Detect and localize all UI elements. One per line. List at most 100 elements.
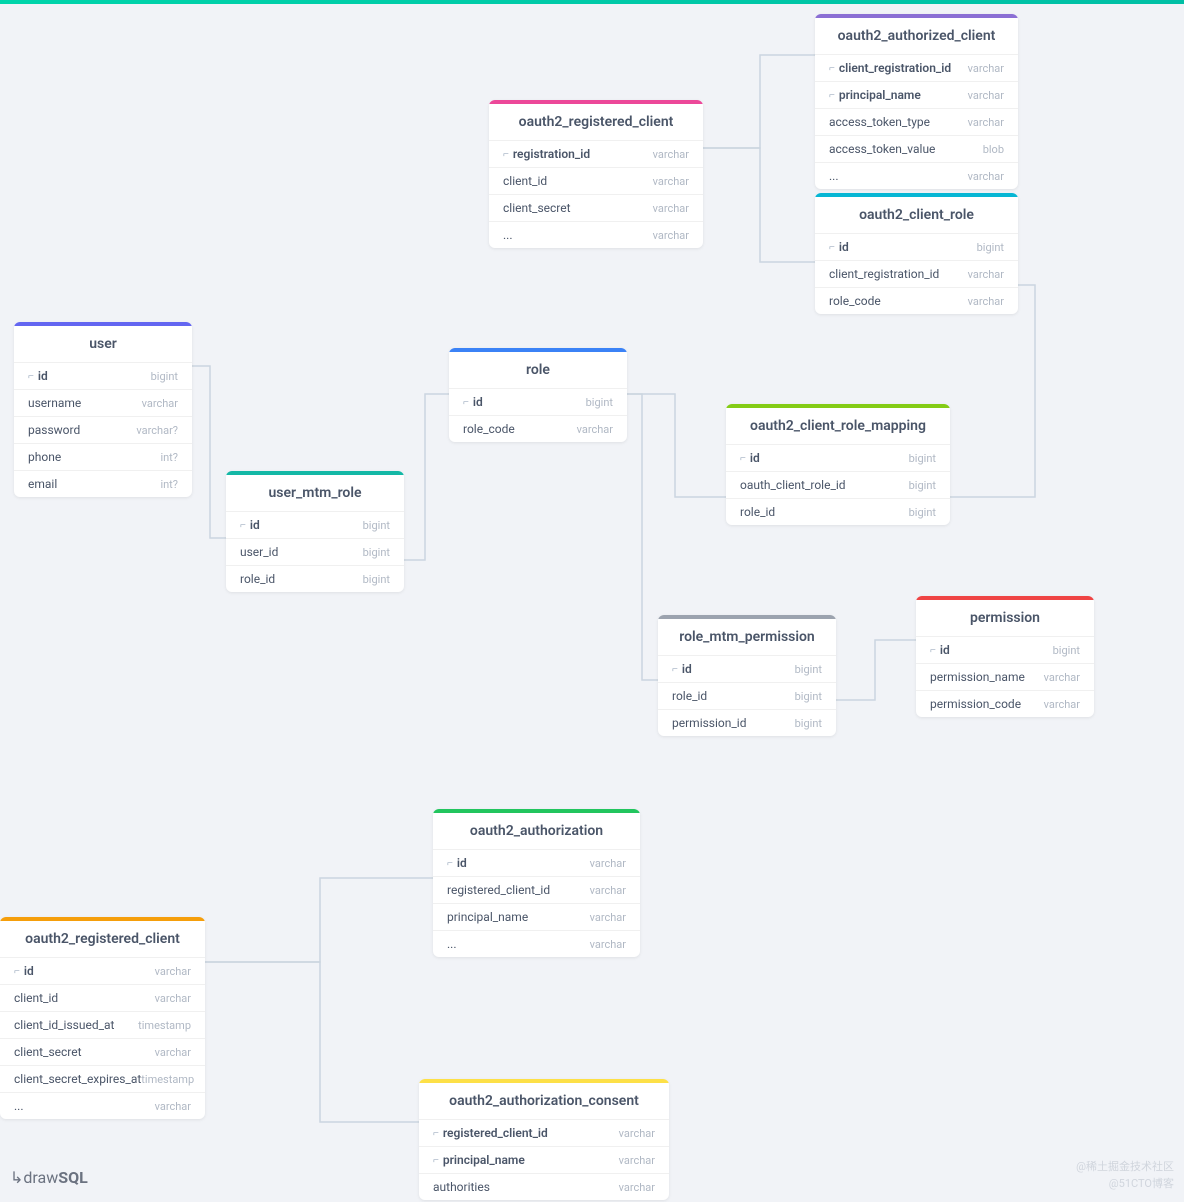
table-header[interactable]: oauth2_registered_client — [489, 100, 703, 140]
table-oauth2_client_role[interactable]: oauth2_client_role⌐idbigintclient_regist… — [815, 193, 1018, 314]
column-row[interactable]: ⌐idbigint — [226, 511, 404, 538]
column-row[interactable]: permission_codevarchar — [916, 690, 1094, 717]
column-row[interactable]: client_secretvarchar — [489, 194, 703, 221]
column-type: varchar — [619, 1181, 655, 1194]
column-row[interactable]: ⌐idbigint — [14, 362, 192, 389]
column-row[interactable]: principal_namevarchar — [433, 903, 640, 930]
column-row[interactable]: role_idbigint — [226, 565, 404, 592]
column-row[interactable]: ⌐idbigint — [449, 388, 627, 415]
column-row[interactable]: access_token_valueblob — [815, 135, 1018, 162]
column-row[interactable]: ⌐idbigint — [726, 444, 950, 471]
column-row[interactable]: authoritiesvarchar — [419, 1173, 669, 1200]
table-oauth2_registered_client_top[interactable]: oauth2_registered_client⌐registration_id… — [489, 100, 703, 248]
column-type: bigint — [795, 690, 822, 703]
table-header[interactable]: oauth2_client_role — [815, 193, 1018, 233]
column-row[interactable]: ⌐principal_namevarchar — [815, 81, 1018, 108]
column-type: varchar — [968, 295, 1004, 308]
column-row[interactable]: phoneint? — [14, 443, 192, 470]
column-row[interactable]: client_idvarchar — [489, 167, 703, 194]
column-row[interactable]: role_codevarchar — [449, 415, 627, 442]
column-type: bigint — [363, 573, 390, 586]
table-header[interactable]: user — [14, 322, 192, 362]
column-row[interactable]: ⌐idbigint — [815, 233, 1018, 260]
table-user[interactable]: user⌐idbigintusernamevarcharpasswordvarc… — [14, 322, 192, 497]
table-header[interactable]: user_mtm_role — [226, 471, 404, 511]
column-row[interactable]: ⌐idbigint — [658, 655, 836, 682]
column-row[interactable]: role_id bigint — [726, 498, 950, 525]
column-row[interactable]: role_id bigint — [658, 682, 836, 709]
table-header[interactable]: oauth2_authorization — [433, 809, 640, 849]
column-type: varchar — [653, 175, 689, 188]
key-icon: ⌐ — [740, 453, 746, 464]
column-row[interactable]: client_secretvarchar — [0, 1038, 205, 1065]
column-row[interactable]: client_id_issued_attimestamp — [0, 1011, 205, 1038]
column-name: ... — [503, 228, 513, 242]
column-name: role_id — [672, 689, 707, 703]
column-row[interactable]: client_registration_idvarchar — [815, 260, 1018, 287]
column-row[interactable]: ⌐id varchar — [433, 849, 640, 876]
table-oauth2_authorization[interactable]: oauth2_authorization⌐idvarcharregistered… — [433, 809, 640, 957]
column-row[interactable]: ⌐idvarchar — [0, 957, 205, 984]
table-user_mtm_role[interactable]: user_mtm_role⌐idbigintuser_idbigintrole_… — [226, 471, 404, 592]
column-name: ... — [447, 937, 457, 951]
column-row[interactable]: ...varchar — [815, 162, 1018, 189]
table-header[interactable]: role_mtm_permission — [658, 615, 836, 655]
table-oauth2_authorization_consent[interactable]: oauth2_authorization_consent⌐registered_… — [419, 1079, 669, 1200]
column-type: bigint — [977, 241, 1004, 254]
column-row[interactable]: client_secret_expires_attimestamp — [0, 1065, 205, 1092]
column-row[interactable]: ⌐registered_client_idvarchar — [419, 1119, 669, 1146]
column-row[interactable]: emailint? — [14, 470, 192, 497]
column-row[interactable]: ...varchar — [433, 930, 640, 957]
column-type: varchar — [590, 884, 626, 897]
column-type: bigint — [363, 546, 390, 559]
column-type: varchar — [1044, 698, 1080, 711]
column-name: ⌐id — [447, 856, 467, 870]
column-row[interactable]: ⌐client_registration_idvarchar — [815, 54, 1018, 81]
table-header[interactable]: oauth2_registered_client — [0, 917, 205, 957]
column-name: ⌐id — [672, 662, 692, 676]
column-row[interactable]: access_token_typevarchar — [815, 108, 1018, 135]
table-role_mtm_permission[interactable]: role_mtm_permission⌐idbigint role_id bigin… — [658, 615, 836, 736]
column-type: timestamp — [141, 1073, 194, 1086]
column-row[interactable]: ⌐registration_idvarchar — [489, 140, 703, 167]
key-icon: ⌐ — [447, 858, 453, 869]
column-row[interactable]: ⌐principal_namevarchar — [419, 1146, 669, 1173]
column-row[interactable]: ⌐idbigint — [916, 636, 1094, 663]
column-name: client_id — [14, 991, 58, 1005]
column-row[interactable]: registered_client_idvarchar — [433, 876, 640, 903]
table-oauth2_registered_client_bottom[interactable]: oauth2_registered_client⌐idvarcharclient… — [0, 917, 205, 1119]
column-row[interactable]: client_idvarchar — [0, 984, 205, 1011]
key-icon: ⌐ — [14, 966, 20, 977]
table-header[interactable]: permission — [916, 596, 1094, 636]
column-row[interactable]: permission_idbigint — [658, 709, 836, 736]
column-row[interactable]: usernamevarchar — [14, 389, 192, 416]
table-header[interactable]: oauth2_authorized_client — [815, 14, 1018, 54]
table-header[interactable]: role — [449, 348, 627, 388]
column-row[interactable]: ...varchar — [0, 1092, 205, 1119]
table-role[interactable]: role⌐idbigintrole_codevarchar — [449, 348, 627, 442]
column-type: varchar — [590, 857, 626, 870]
column-name: phone — [28, 450, 61, 464]
column-row[interactable]: passwordvarchar? — [14, 416, 192, 443]
table-header[interactable]: oauth2_client_role_mapping — [726, 404, 950, 444]
column-name: client_id_issued_at — [14, 1018, 114, 1032]
column-row[interactable]: user_idbigint — [226, 538, 404, 565]
table-permission[interactable]: permission⌐idbigintpermission_namevarcha… — [916, 596, 1094, 717]
table-header[interactable]: oauth2_authorization_consent — [419, 1079, 669, 1119]
column-row[interactable]: permission_namevarchar — [916, 663, 1094, 690]
column-type: varchar — [968, 62, 1004, 75]
column-row[interactable]: role_codevarchar — [815, 287, 1018, 314]
column-row[interactable]: ...varchar — [489, 221, 703, 248]
column-name: ... — [829, 169, 839, 183]
drawsql-logo: ↳drawSQL — [10, 1168, 88, 1187]
table-oauth2_client_role_mapping[interactable]: oauth2_client_role_mapping⌐idbigintoauth… — [726, 404, 950, 525]
table-oauth2_authorized_client[interactable]: oauth2_authorized_client⌐client_registra… — [815, 14, 1018, 189]
column-type: varchar — [142, 397, 178, 410]
column-name: ⌐id — [740, 451, 760, 465]
column-name: ⌐id — [28, 369, 48, 383]
column-name: role_id — [740, 505, 775, 519]
column-row[interactable]: oauth_client_role_idbigint — [726, 471, 950, 498]
column-type: bigint — [909, 506, 936, 519]
column-type: blob — [983, 143, 1004, 156]
column-type: varchar — [155, 1046, 191, 1059]
